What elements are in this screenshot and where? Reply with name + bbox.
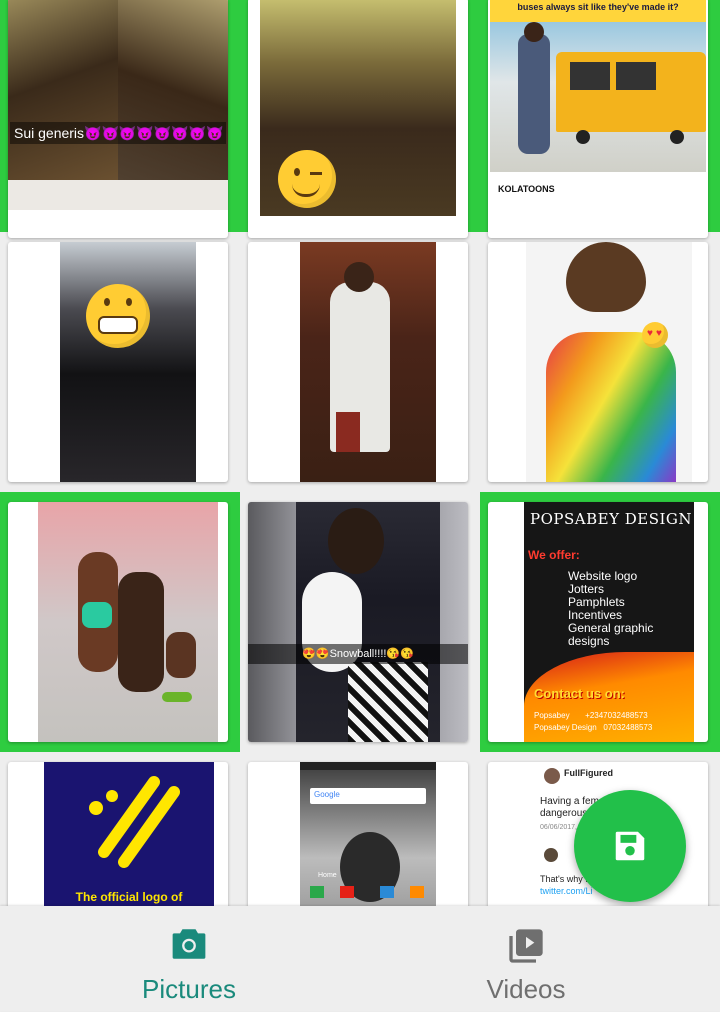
grid-cell-selected[interactable]: Sui generis😈😈😈😈😈😈😈😈 xyxy=(0,0,240,238)
logo-mark-icon xyxy=(89,776,180,868)
save-button[interactable] xyxy=(574,790,686,902)
grid-cell[interactable] xyxy=(0,232,240,492)
thumbnail-card[interactable]: ♥ ♥ xyxy=(488,242,708,482)
thumbnail-card[interactable] xyxy=(248,0,468,238)
bottom-navigation: Pictures Videos xyxy=(0,906,720,1011)
grid-cell-selected[interactable]: buses always sit like they've made it? K… xyxy=(480,0,720,238)
poster-contact-heading: Contact us on: xyxy=(534,686,625,701)
design-poster: POPSABEY DESIGN We offer: Website logo J… xyxy=(524,502,694,742)
comic-scene xyxy=(490,22,706,172)
illustration xyxy=(38,502,218,742)
grid-cell-selected[interactable] xyxy=(0,492,240,752)
photo-caption: Sui generis😈😈😈😈😈😈😈😈 xyxy=(10,122,226,144)
poster-offer-heading: We offer: xyxy=(528,548,580,562)
camera-icon xyxy=(9,926,369,966)
grid-cell[interactable]: ♥ ♥ xyxy=(480,232,720,492)
photo xyxy=(526,242,692,482)
grid-cell[interactable] xyxy=(240,232,480,492)
comic-footer: KOLATOONS xyxy=(490,172,706,208)
poster-contact-lines: Popsabey +2347032488573 Popsabey Design … xyxy=(534,711,653,732)
google-search-bar: Google xyxy=(310,788,426,804)
tab-pictures-label: Pictures xyxy=(142,974,236,1004)
tab-videos-label: Videos xyxy=(486,974,566,1004)
heart-eyes-emoji-icon: ♥ ♥ xyxy=(642,322,668,348)
thumbnail-card[interactable]: buses always sit like they've made it? K… xyxy=(488,0,708,238)
photo xyxy=(248,502,468,742)
photo-left xyxy=(8,0,118,180)
grid-cell-selected[interactable] xyxy=(240,0,480,238)
photo xyxy=(60,242,196,482)
thumbnail-card[interactable]: POPSABEY DESIGN We offer: Website logo J… xyxy=(488,502,708,742)
thumbnail-card[interactable]: Sui generis😈😈😈😈😈😈😈😈 xyxy=(8,0,228,238)
thumbnail-card[interactable] xyxy=(8,242,228,482)
avatar xyxy=(544,848,558,862)
comic-header: buses always sit like they've made it? xyxy=(490,0,706,22)
grid-cell-selected[interactable]: POPSABEY DESIGN We offer: Website logo J… xyxy=(480,492,720,752)
wink-emoji-icon xyxy=(278,150,336,208)
photo xyxy=(300,242,436,482)
save-icon xyxy=(615,831,645,861)
tab-pictures[interactable]: Pictures xyxy=(9,906,369,1011)
tab-videos[interactable]: Videos xyxy=(346,906,706,1011)
poster-offer-list: Website logo Jotters Pamphlets Incentive… xyxy=(568,569,654,648)
video-library-icon xyxy=(346,926,706,966)
grimace-emoji-icon xyxy=(86,284,150,348)
poster-title: POPSABEY DESIGN xyxy=(530,510,693,528)
thumbnail-card[interactable] xyxy=(248,242,468,482)
thumbnail-card[interactable] xyxy=(8,502,228,742)
logo-caption: The official logo of xyxy=(75,890,183,904)
photo-caption: 😍😍Snowball!!!!😘😘 xyxy=(248,644,468,664)
photo-right xyxy=(118,0,228,180)
photo-bottom-strip xyxy=(8,180,228,210)
thumbnail-card[interactable]: 😍😍Snowball!!!!😘😘 xyxy=(248,502,468,742)
avatar xyxy=(544,768,560,784)
grid-cell[interactable]: 😍😍Snowball!!!!😘😘 xyxy=(240,492,480,752)
